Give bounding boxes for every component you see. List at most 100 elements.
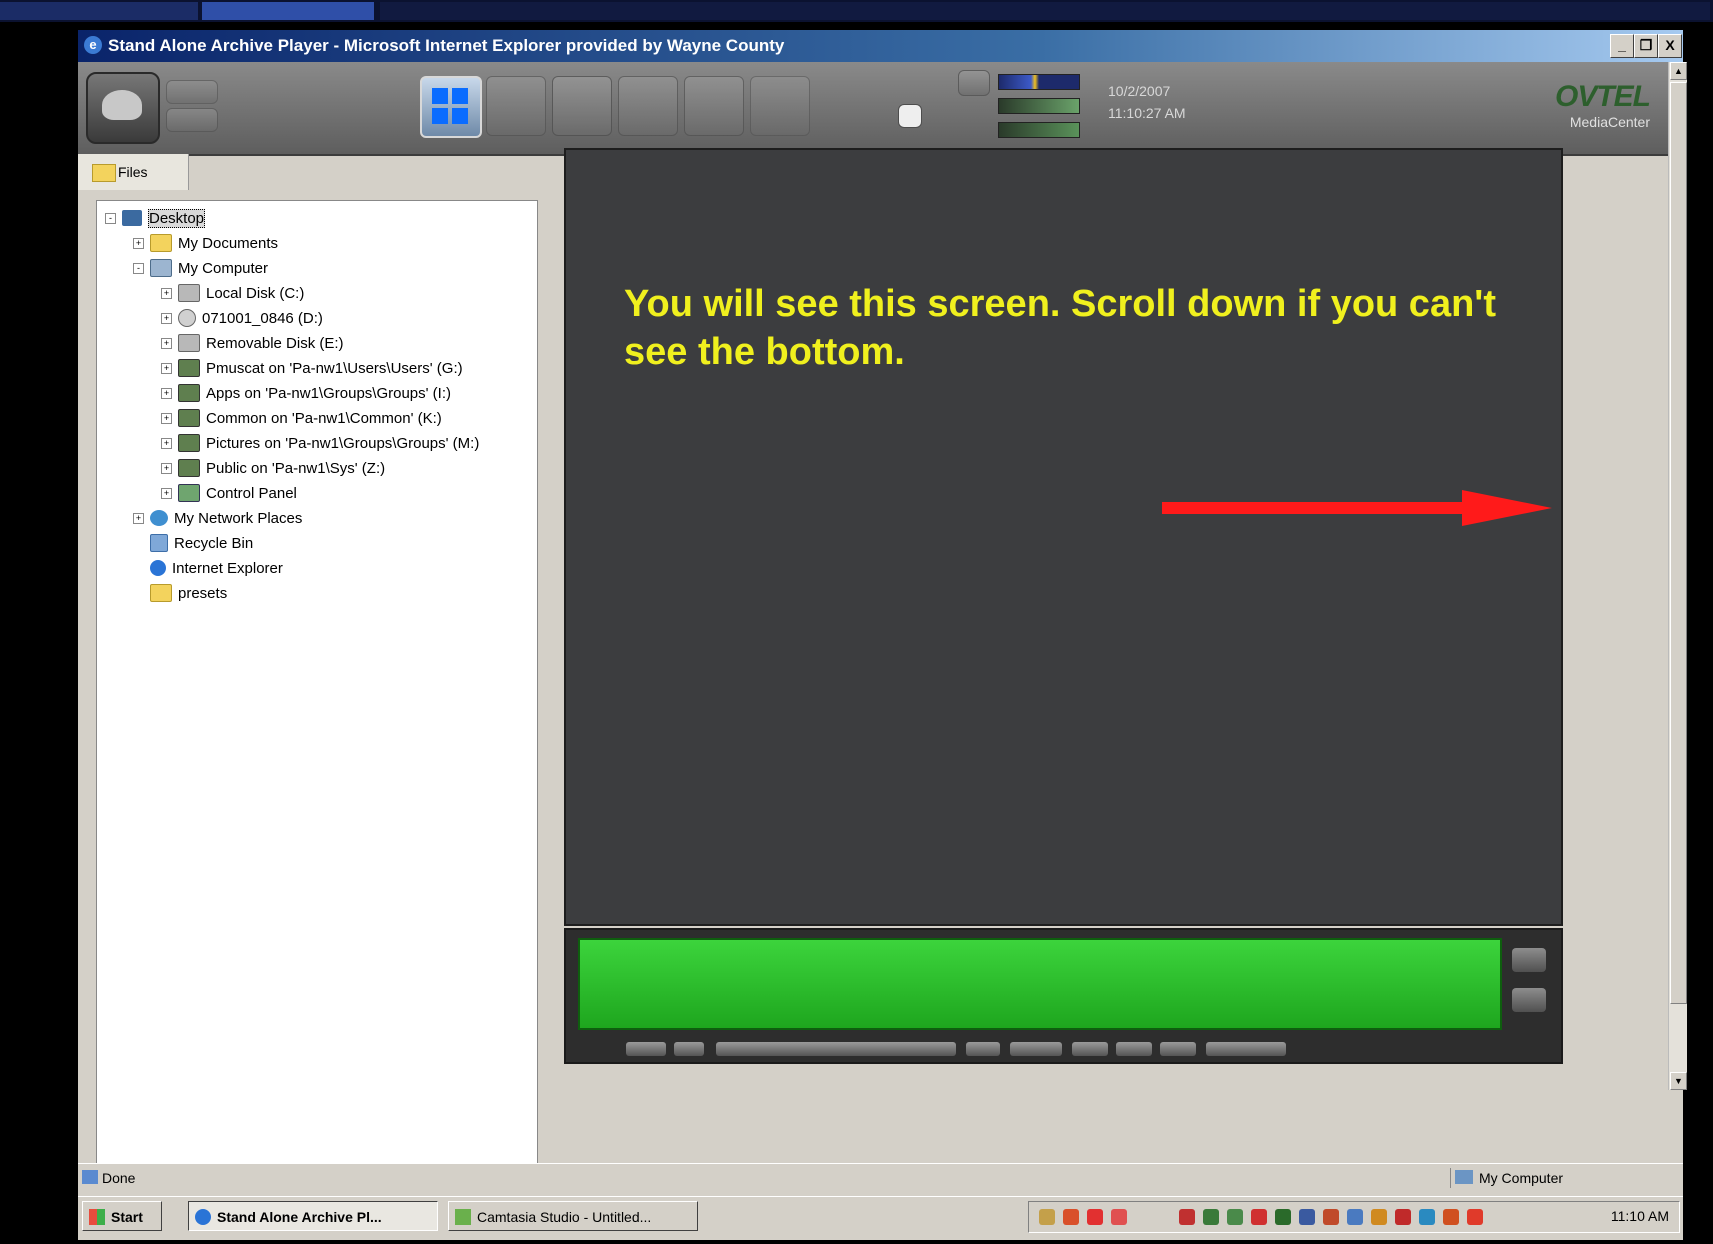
tree-item[interactable]: +071001_0846 (D:)	[161, 307, 323, 329]
nav-up-button[interactable]	[166, 80, 218, 104]
tree-item[interactable]: + My Documents	[133, 232, 278, 254]
tray-icon-1[interactable]	[1039, 1209, 1055, 1225]
tree-item[interactable]: Recycle Bin	[133, 532, 253, 554]
tab-files[interactable]: Files	[78, 154, 189, 190]
red-arrow-icon	[1162, 490, 1552, 526]
tray-icon-10[interactable]	[1299, 1209, 1315, 1225]
expand-toggle-icon[interactable]: -	[133, 262, 144, 274]
scroll-down-arrow-icon[interactable]: ▼	[1670, 1072, 1687, 1090]
tree-item[interactable]: + Public on 'Pa-nw1\Sys' (Z:)	[161, 457, 385, 479]
control-button-1[interactable]	[626, 1042, 666, 1056]
expand-toggle-icon[interactable]: +	[161, 337, 172, 349]
tree-item-label: Desktop	[148, 208, 206, 228]
camtasia-icon	[455, 1209, 471, 1225]
tray-icon-9[interactable]	[1275, 1209, 1291, 1225]
security-zone: My Computer	[1450, 1168, 1649, 1188]
expand-toggle-icon[interactable]: +	[133, 512, 144, 524]
tree-item[interactable]: + My Network Places	[133, 507, 302, 529]
expand-toggle-icon[interactable]: +	[161, 487, 172, 499]
expand-toggle-icon[interactable]: +	[161, 437, 172, 449]
timeline-side-button-2[interactable]	[1512, 988, 1546, 1012]
app-logo-button[interactable]	[86, 72, 160, 144]
scroll-up-arrow-icon[interactable]: ▲	[1670, 62, 1687, 80]
timeline-bar[interactable]	[578, 938, 1502, 1030]
tray-icon-15[interactable]	[1419, 1209, 1435, 1225]
tree-item[interactable]: + Apps on 'Pa-nw1\Groups\Groups' (I:)	[161, 382, 451, 404]
tray-icon-14[interactable]	[1395, 1209, 1411, 1225]
recycle-bin-icon	[150, 534, 168, 552]
tree-item[interactable]: - Desktop	[105, 207, 206, 229]
scroll-thumb[interactable]	[1670, 82, 1687, 1004]
tree-item-label: My Network Places	[174, 509, 303, 527]
tray-icon-11[interactable]	[1323, 1209, 1339, 1225]
expand-toggle-icon[interactable]: +	[161, 287, 172, 299]
tree-item[interactable]: + Control Panel	[161, 482, 297, 504]
tool-button-4[interactable]	[618, 76, 678, 136]
player-toolbar: 10/2/2007 11:10:27 AM OVTEL MediaCenter	[78, 62, 1668, 156]
network-drive-icon	[178, 409, 200, 427]
tray-icon-4[interactable]	[1111, 1209, 1127, 1225]
expand-toggle-icon[interactable]: +	[161, 387, 172, 399]
tray-icon-17[interactable]	[1467, 1209, 1483, 1225]
outer-tab-active	[202, 2, 374, 20]
playback-slider[interactable]	[716, 1042, 956, 1056]
tree-item[interactable]: + Common on 'Pa-nw1\Common' (K:)	[161, 407, 442, 429]
control-button-6[interactable]	[1116, 1042, 1152, 1056]
brand-name: OVTEL	[1554, 80, 1651, 113]
tray-icon-3[interactable]	[1087, 1209, 1103, 1225]
timeline-panel	[564, 928, 1563, 1064]
tree-item[interactable]: presets	[133, 582, 227, 604]
tray-icon-6[interactable]	[1203, 1209, 1219, 1225]
tree-item[interactable]: + Pmuscat on 'Pa-nw1\Users\Users' (G:)	[161, 357, 463, 379]
tray-icon-7[interactable]	[1227, 1209, 1243, 1225]
tree-item[interactable]: + Local Disk (C:)	[161, 282, 304, 304]
control-button-4[interactable]	[1010, 1042, 1062, 1056]
tray-icon-13[interactable]	[1371, 1209, 1387, 1225]
video-viewport[interactable]: You will see this screen. Scroll down if…	[564, 148, 1563, 926]
control-button-2[interactable]	[674, 1042, 704, 1056]
tool-button-6[interactable]	[750, 76, 810, 136]
tray-icon-5[interactable]	[1179, 1209, 1195, 1225]
tool-button-2[interactable]	[486, 76, 546, 136]
tray-icon-16[interactable]	[1443, 1209, 1459, 1225]
restore-button[interactable]: ❐	[1634, 34, 1658, 58]
tray-icon-12[interactable]	[1347, 1209, 1363, 1225]
tool-button-5[interactable]	[684, 76, 744, 136]
expand-toggle-icon[interactable]: +	[161, 462, 172, 474]
tray-icon-2[interactable]	[1063, 1209, 1079, 1225]
tree-item-label: Pictures on 'Pa-nw1\Groups\Groups' (M:)	[206, 434, 480, 452]
layout-grid-button[interactable]	[420, 76, 482, 138]
taskbar-item-archive-player[interactable]: Stand Alone Archive Pl...	[188, 1201, 438, 1231]
nav-down-button[interactable]	[166, 108, 218, 132]
taskbar-item-camtasia[interactable]: Camtasia Studio - Untitled...	[448, 1201, 698, 1231]
expand-button[interactable]	[898, 104, 922, 128]
vertical-scrollbar[interactable]: ▲ ▼	[1668, 62, 1687, 1090]
expand-toggle-icon[interactable]: +	[161, 412, 172, 424]
tree-item[interactable]: + Removable Disk (E:)	[161, 332, 344, 354]
start-button[interactable]: Start	[82, 1201, 162, 1231]
volume-icon[interactable]	[958, 70, 990, 96]
expand-toggle-icon[interactable]: +	[133, 237, 144, 249]
windows-logo-icon	[89, 1209, 105, 1225]
close-button[interactable]: X	[1658, 34, 1682, 58]
tray-icon-8[interactable]	[1251, 1209, 1267, 1225]
tree-item[interactable]: - My Computer	[133, 257, 268, 279]
tree-item-label: presets	[178, 584, 228, 602]
control-button-5[interactable]	[1072, 1042, 1108, 1056]
tree-item[interactable]: + Pictures on 'Pa-nw1\Groups\Groups' (M:)	[161, 432, 479, 454]
system-tray: 11:10 AM	[1028, 1201, 1680, 1233]
timeline-side-button-1[interactable]	[1512, 948, 1546, 972]
expand-toggle-icon[interactable]: +	[161, 312, 172, 324]
tree-item[interactable]: Internet Explorer	[133, 557, 283, 579]
expand-toggle-icon[interactable]: +	[161, 362, 172, 374]
tree-item-label: Common on 'Pa-nw1\Common' (K:)	[206, 409, 442, 427]
control-button-8[interactable]	[1206, 1042, 1286, 1056]
brand-subtitle: MediaCenter	[1569, 114, 1650, 130]
camera-button[interactable]	[552, 76, 612, 136]
level-meters	[998, 74, 1080, 140]
tree-item-label: Pmuscat on 'Pa-nw1\Users\Users' (G:)	[206, 359, 463, 377]
control-button-7[interactable]	[1160, 1042, 1196, 1056]
expand-toggle-icon[interactable]: -	[105, 212, 116, 224]
control-button-3[interactable]	[966, 1042, 1000, 1056]
minimize-button[interactable]: _	[1610, 34, 1634, 58]
